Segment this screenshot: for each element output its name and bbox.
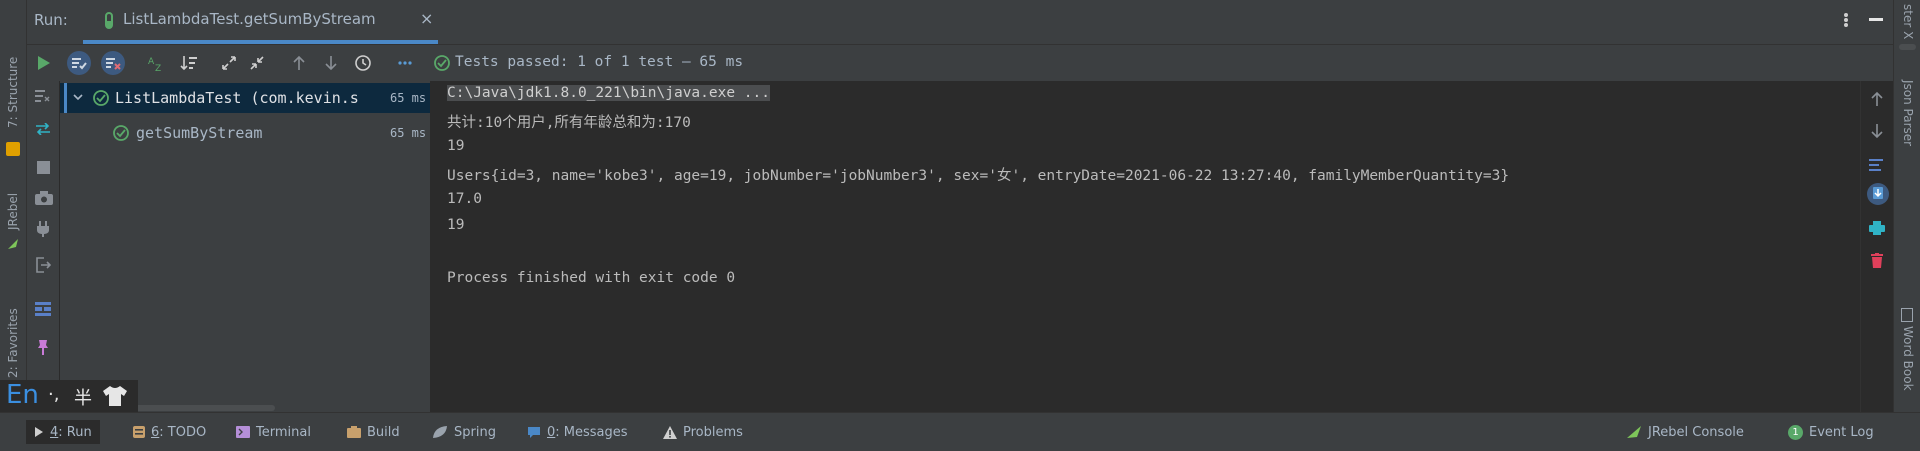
build-icon — [347, 426, 361, 438]
todo-icon — [133, 426, 145, 438]
bottom-tab-jrebel-console[interactable]: JRebel Console — [1626, 421, 1744, 443]
pin-icon[interactable] — [37, 339, 49, 359]
bottom-tab-build[interactable]: Build — [347, 421, 400, 443]
shirt-icon[interactable] — [102, 385, 128, 411]
console-line: 共计:10个用户,所有年龄总和为:170 — [447, 115, 691, 131]
tree-row-child[interactable]: getSumByStream 65 ms — [60, 118, 430, 148]
up-arrow-icon[interactable] — [1870, 91, 1884, 111]
jrebel-tab[interactable]: JRebel — [6, 193, 20, 230]
bottom-tab-problems[interactable]: Problems — [663, 421, 743, 443]
word-book-tab[interactable]: Word Book — [1901, 326, 1915, 391]
active-tab-indicator — [83, 40, 438, 44]
bottom-tab-spring[interactable]: Spring — [432, 421, 496, 443]
run-config-tab[interactable]: ListLambdaTest.getSumByStream × — [83, 0, 438, 44]
console-line: 19 — [447, 138, 465, 154]
ime-punct[interactable]: ·, — [48, 384, 59, 405]
horizontal-scrollbar[interactable] — [115, 405, 275, 411]
pass-icon — [112, 124, 130, 146]
selection-marker — [64, 83, 67, 113]
event-count-badge: 1 — [1788, 424, 1803, 440]
test-status-text: Tests passed: 1 of 1 test – 65 ms — [455, 54, 744, 70]
ime-indicator: En ·, 半 — [0, 380, 138, 412]
minimize-icon[interactable] — [1869, 18, 1883, 21]
jrebel-leaf-icon[interactable] — [6, 237, 20, 251]
more-actions-icon[interactable] — [393, 51, 417, 75]
console-line: 19 — [447, 217, 465, 233]
structure-tab[interactable]: 7: Structure — [6, 57, 20, 128]
show-ignored-icon[interactable] — [101, 51, 125, 75]
close-tab-icon[interactable]: × — [420, 9, 433, 28]
stop-icon[interactable] — [37, 161, 50, 174]
console-line: 17.0 — [447, 191, 482, 207]
sort-duration-icon[interactable] — [177, 51, 201, 75]
previous-failed-icon[interactable] — [287, 51, 311, 75]
bottom-tab-todo[interactable]: 6: TODO — [133, 421, 206, 443]
soft-wraps-icon[interactable] — [1869, 157, 1885, 175]
tree-root-time: 65 ms — [390, 91, 427, 105]
more-options-icon[interactable] — [1843, 9, 1849, 31]
terminal-icon — [236, 426, 250, 438]
run-side-toolbar — [27, 81, 59, 412]
collapse-all-icon[interactable] — [245, 51, 269, 75]
console-exit-line: Process finished with exit code 0 — [447, 270, 736, 286]
plugin-icon[interactable] — [36, 221, 50, 241]
bottom-tab-run[interactable]: 4: Run — [26, 420, 100, 444]
jrebel-icon — [1627, 426, 1641, 438]
play-icon — [35, 427, 43, 437]
run-toolbar: AZ Tests passed: 1 of 1 test – 65 ms — [27, 45, 1893, 82]
ime-width[interactable]: 半 — [74, 384, 92, 410]
bottom-tab-terminal[interactable]: Terminal — [236, 421, 311, 443]
pass-icon — [92, 89, 110, 111]
jrebel-icon[interactable] — [6, 142, 20, 156]
bottom-tab-event-log[interactable]: 1 Event Log — [1788, 421, 1874, 443]
sort-alpha-icon[interactable]: AZ — [145, 51, 169, 75]
chevron-down-icon[interactable] — [72, 89, 84, 107]
scroll-to-end-icon[interactable] — [1867, 183, 1889, 205]
favorites-tab[interactable]: 2: Favorites — [6, 308, 20, 378]
spring-leaf-icon — [433, 426, 447, 438]
tree-child-time: 65 ms — [390, 126, 427, 140]
message-icon — [528, 426, 540, 438]
console-output[interactable]: C:\Java\jdk1.8.0_221\bin\java.exe ... 共计… — [430, 81, 1860, 412]
camera-icon[interactable] — [35, 191, 53, 209]
test-results-tree: ListLambdaTest (com.kevin.s 65 ms getSum… — [60, 81, 431, 412]
console-line: Users{id=3, name='kobe3', age=19, jobNum… — [447, 168, 1510, 184]
show-passed-icon[interactable] — [67, 51, 91, 75]
run-panel-label: Run: — [34, 11, 68, 29]
exit-icon[interactable] — [35, 257, 52, 277]
run-tab-title: ListLambdaTest.getSumByStream — [123, 10, 376, 28]
right-tool-strip: ster X Json Parser Word Book — [1893, 0, 1920, 412]
soft-wrap-icon[interactable] — [35, 89, 51, 107]
svg-text:A: A — [148, 57, 155, 67]
ime-lang[interactable]: En — [6, 380, 39, 410]
tree-child-label: getSumByStream — [136, 124, 263, 142]
test-history-icon[interactable] — [351, 51, 375, 75]
down-arrow-icon[interactable] — [1870, 123, 1884, 143]
svg-text:Z: Z — [155, 64, 161, 71]
console-side-toolbar — [1860, 81, 1894, 412]
console-command-line: C:\Java\jdk1.8.0_221\bin\java.exe ... — [447, 85, 771, 101]
rerun-icon[interactable] — [31, 51, 55, 75]
tree-row-root[interactable]: ListLambdaTest (com.kevin.s 65 ms — [60, 83, 430, 113]
scroll-handle[interactable] — [1899, 44, 1916, 50]
print-icon[interactable] — [1869, 221, 1885, 239]
tester-tab[interactable]: ster X — [1901, 4, 1915, 39]
next-failed-icon[interactable] — [319, 51, 343, 75]
swap-icon[interactable] — [35, 121, 51, 139]
warning-icon — [663, 425, 677, 439]
left-tool-strip: 7: Structure JRebel 2: Favorites — [0, 0, 27, 412]
tests-passed-icon — [433, 54, 451, 76]
test-tube-icon — [103, 12, 115, 34]
tree-root-label: ListLambdaTest (com.kevin.s — [115, 89, 359, 107]
clear-trash-icon[interactable] — [1871, 253, 1883, 272]
tool-window-bar: 4: Run 6: TODO Terminal Build Spring 0: … — [0, 412, 1920, 451]
bottom-tab-messages[interactable]: 0: Messages — [527, 421, 628, 443]
book-icon[interactable] — [1901, 308, 1913, 322]
expand-all-icon[interactable] — [217, 51, 241, 75]
layout-icon[interactable] — [35, 302, 51, 320]
json-parser-tab[interactable]: Json Parser — [1901, 80, 1915, 146]
